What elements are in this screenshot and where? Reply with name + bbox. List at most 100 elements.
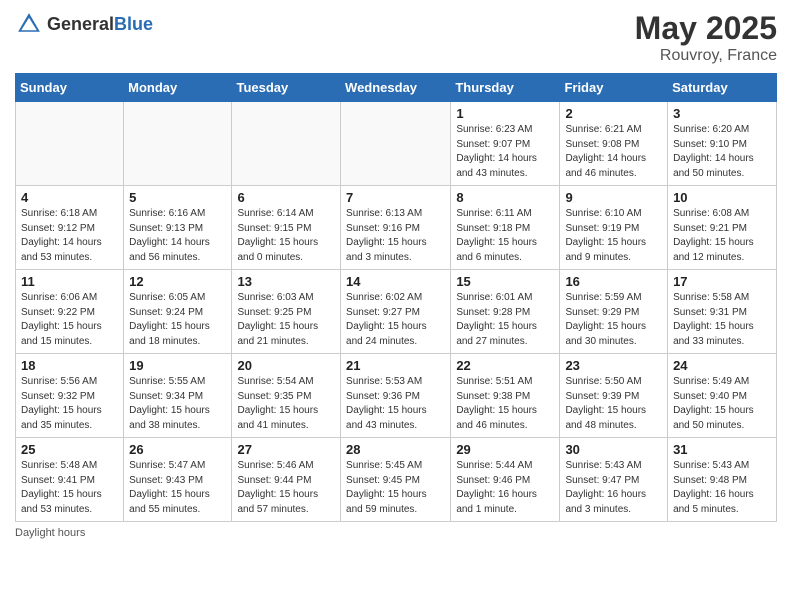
day-cell: 17 Sunrise: 5:58 AMSunset: 9:31 PMDayligh… <box>668 270 777 354</box>
day-number: 21 <box>346 358 445 373</box>
day-number: 6 <box>237 190 335 205</box>
day-info: Sunrise: 5:48 AMSunset: 9:41 PMDaylight:… <box>21 459 118 517</box>
day-number: 31 <box>673 442 771 457</box>
day-cell <box>341 102 451 186</box>
day-cell: 10Sunrise: 6:08 AMSunset: 9:21 PMDayligh… <box>668 186 777 270</box>
day-cell: 29 Sunrise: 5:44 AMSunset: 9:46 PMDayligh… <box>451 438 560 522</box>
day-info: Sunrise: 5:50 AMSunset: 9:39 PMDaylight:… <box>565 375 662 433</box>
day-info: Sunrise: 5:46 AMSunset: 9:44 PMDaylight:… <box>237 459 335 517</box>
day-cell: 23Sunrise: 5:50 AMSunset: 9:39 PMDayligh… <box>560 354 668 438</box>
day-info: Sunrise: 6:06 AMSunset: 9:22 PMDaylight:… <box>21 291 118 349</box>
day-number: 2 <box>565 106 662 121</box>
day-info: Sunrise: 6:02 AMSunset: 9:27 PMDaylight:… <box>346 291 445 349</box>
subtitle: Rouvroy, France <box>635 47 777 65</box>
day-info: Sunrise: 5:43 AMSunset: 9:47 PMDaylight:… <box>565 459 662 517</box>
day-number: 7 <box>346 190 445 205</box>
header: GeneralBlue May 2025 Rouvroy, France <box>15 10 777 65</box>
day-info: Sunrise: 6:01 AMSunset: 9:28 PMDaylight:… <box>456 291 554 349</box>
day-number: 3 <box>673 106 771 121</box>
week-row-2: 4 Sunrise: 6:18 AMSunset: 9:12 PMDaylight… <box>16 186 777 270</box>
day-number: 30 <box>565 442 662 457</box>
day-number: 27 <box>237 442 335 457</box>
day-cell: 16 Sunrise: 5:59 AMSunset: 9:29 PMDayligh… <box>560 270 668 354</box>
weekday-friday: Friday <box>560 74 668 102</box>
day-info: Sunrise: 6:16 AMSunset: 9:13 PMDaylight:… <box>129 207 226 265</box>
day-number: 4 <box>21 190 118 205</box>
calendar: SundayMondayTuesdayWednesdayThursdayFrid… <box>15 73 777 522</box>
week-row-5: 25 Sunrise: 5:48 AMSunset: 9:41 PMDayligh… <box>16 438 777 522</box>
week-row-1: 1Sunrise: 6:23 AMSunset: 9:07 PMDaylight… <box>16 102 777 186</box>
day-cell: 27 Sunrise: 5:46 AMSunset: 9:44 PMDayligh… <box>232 438 341 522</box>
day-info: Sunrise: 6:03 AMSunset: 9:25 PMDaylight:… <box>237 291 335 349</box>
day-cell: 4 Sunrise: 6:18 AMSunset: 9:12 PMDaylight… <box>16 186 124 270</box>
day-cell: 12 Sunrise: 6:05 AMSunset: 9:24 PMDayligh… <box>124 270 232 354</box>
logo-text-blue: Blue <box>114 14 153 34</box>
day-cell: 6 Sunrise: 6:14 AMSunset: 9:15 PMDaylight… <box>232 186 341 270</box>
logo: GeneralBlue <box>15 10 153 38</box>
day-cell: 7 Sunrise: 6:13 AMSunset: 9:16 PMDaylight… <box>341 186 451 270</box>
weekday-wednesday: Wednesday <box>341 74 451 102</box>
weekday-sunday: Sunday <box>16 74 124 102</box>
day-info: Sunrise: 6:05 AMSunset: 9:24 PMDaylight:… <box>129 291 226 349</box>
day-number: 29 <box>456 442 554 457</box>
day-cell: 30 Sunrise: 5:43 AMSunset: 9:47 PMDayligh… <box>560 438 668 522</box>
weekday-header: SundayMondayTuesdayWednesdayThursdayFrid… <box>16 74 777 102</box>
day-number: 13 <box>237 274 335 289</box>
week-row-4: 18Sunrise: 5:56 AMSunset: 9:32 PMDayligh… <box>16 354 777 438</box>
day-number: 19 <box>129 358 226 373</box>
day-number: 24 <box>673 358 771 373</box>
day-cell: 19 Sunrise: 5:55 AMSunset: 9:34 PMDayligh… <box>124 354 232 438</box>
day-info: Sunrise: 6:20 AMSunset: 9:10 PMDaylight:… <box>673 123 771 181</box>
day-number: 15 <box>456 274 554 289</box>
day-cell: 28 Sunrise: 5:45 AMSunset: 9:45 PMDayligh… <box>341 438 451 522</box>
day-cell: 22Sunrise: 5:51 AMSunset: 9:38 PMDayligh… <box>451 354 560 438</box>
day-cell: 20 Sunrise: 5:54 AMSunset: 9:35 PMDayligh… <box>232 354 341 438</box>
main-title: May 2025 <box>635 10 777 47</box>
title-area: May 2025 Rouvroy, France <box>635 10 777 65</box>
day-info: Sunrise: 5:59 AMSunset: 9:29 PMDaylight:… <box>565 291 662 349</box>
day-number: 9 <box>565 190 662 205</box>
day-cell: 14 Sunrise: 6:02 AMSunset: 9:27 PMDayligh… <box>341 270 451 354</box>
day-info: Sunrise: 5:43 AMSunset: 9:48 PMDaylight:… <box>673 459 771 517</box>
day-cell: 25 Sunrise: 5:48 AMSunset: 9:41 PMDayligh… <box>16 438 124 522</box>
day-number: 11 <box>21 274 118 289</box>
day-number: 28 <box>346 442 445 457</box>
day-info: Sunrise: 5:44 AMSunset: 9:46 PMDaylight:… <box>456 459 554 517</box>
day-info: Sunrise: 5:55 AMSunset: 9:34 PMDaylight:… <box>129 375 226 433</box>
day-info: Sunrise: 5:51 AMSunset: 9:38 PMDaylight:… <box>456 375 554 433</box>
day-info: Sunrise: 5:56 AMSunset: 9:32 PMDaylight:… <box>21 375 118 433</box>
day-number: 1 <box>456 106 554 121</box>
day-number: 8 <box>456 190 554 205</box>
day-cell: 24Sunrise: 5:49 AMSunset: 9:40 PMDayligh… <box>668 354 777 438</box>
day-cell: 2 Sunrise: 6:21 AMSunset: 9:08 PMDaylight… <box>560 102 668 186</box>
day-number: 17 <box>673 274 771 289</box>
day-info: Sunrise: 6:21 AMSunset: 9:08 PMDaylight:… <box>565 123 662 181</box>
day-info: Sunrise: 5:58 AMSunset: 9:31 PMDaylight:… <box>673 291 771 349</box>
calendar-body: 1Sunrise: 6:23 AMSunset: 9:07 PMDaylight… <box>16 102 777 522</box>
day-cell: 15 Sunrise: 6:01 AMSunset: 9:28 PMDayligh… <box>451 270 560 354</box>
day-number: 16 <box>565 274 662 289</box>
day-info: Sunrise: 6:18 AMSunset: 9:12 PMDaylight:… <box>21 207 118 265</box>
day-info: Sunrise: 6:11 AMSunset: 9:18 PMDaylight:… <box>456 207 554 265</box>
logo-icon <box>15 10 43 38</box>
footer-note: Daylight hours <box>15 527 777 539</box>
day-number: 25 <box>21 442 118 457</box>
weekday-saturday: Saturday <box>668 74 777 102</box>
weekday-tuesday: Tuesday <box>232 74 341 102</box>
day-cell: 8 Sunrise: 6:11 AMSunset: 9:18 PMDaylight… <box>451 186 560 270</box>
day-cell <box>16 102 124 186</box>
day-info: Sunrise: 5:47 AMSunset: 9:43 PMDaylight:… <box>129 459 226 517</box>
day-info: Sunrise: 6:14 AMSunset: 9:15 PMDaylight:… <box>237 207 335 265</box>
day-info: Sunrise: 6:08 AMSunset: 9:21 PMDaylight:… <box>673 207 771 265</box>
day-cell: 3 Sunrise: 6:20 AMSunset: 9:10 PMDaylight… <box>668 102 777 186</box>
day-info: Sunrise: 6:13 AMSunset: 9:16 PMDaylight:… <box>346 207 445 265</box>
day-cell: 18Sunrise: 5:56 AMSunset: 9:32 PMDayligh… <box>16 354 124 438</box>
day-number: 12 <box>129 274 226 289</box>
day-number: 20 <box>237 358 335 373</box>
day-cell <box>124 102 232 186</box>
day-info: Sunrise: 5:54 AMSunset: 9:35 PMDaylight:… <box>237 375 335 433</box>
footer-note-text: Daylight hours <box>15 527 85 539</box>
day-info: Sunrise: 5:45 AMSunset: 9:45 PMDaylight:… <box>346 459 445 517</box>
day-number: 14 <box>346 274 445 289</box>
weekday-thursday: Thursday <box>451 74 560 102</box>
